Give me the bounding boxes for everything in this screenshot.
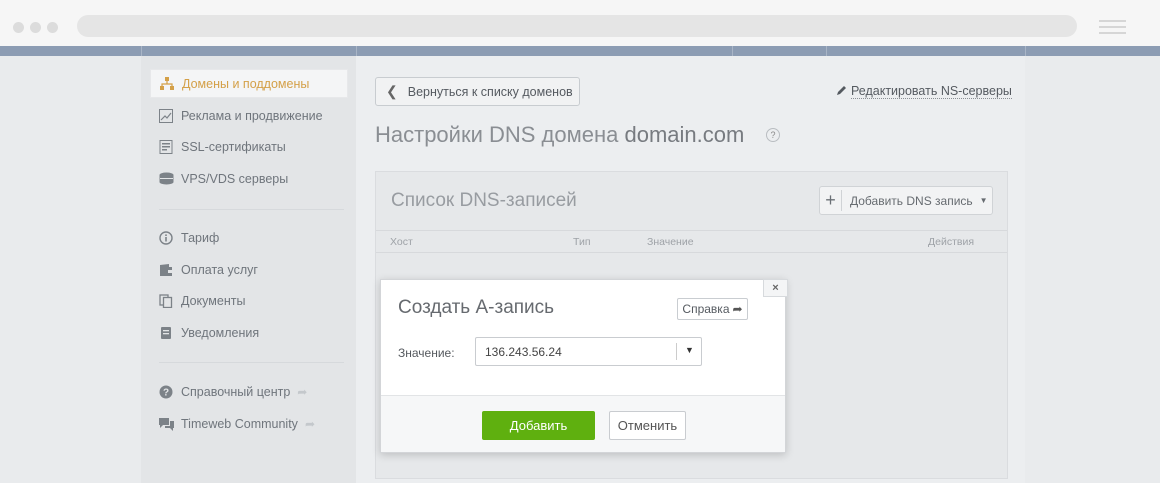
window-dot-icon [13,22,24,33]
sidebar-item-label: Timeweb Community [181,416,298,431]
table-divider [376,252,1007,253]
select-divider [676,343,677,360]
add-dns-label: Добавить DNS запись [850,193,973,208]
help-button-label: Справка [682,302,730,316]
certificate-icon [158,139,174,155]
browser-chrome [0,0,1160,46]
sidebar-item-community[interactable]: Timeweb Community ➦ [150,409,348,438]
documents-icon [158,293,174,309]
info-icon [158,230,174,246]
server-icon [158,171,174,187]
back-to-domains-button[interactable]: ❮ Вернуться к списку доменов [375,77,580,106]
page-title-text: Настройки DNS домена [375,122,619,147]
external-arrow-icon: ➦ [304,416,315,431]
dialog-title: Создать А-запись [398,297,555,318]
value-select[interactable]: 136.243.56.24 ▼ [475,337,702,366]
chevron-left-icon: ❮ [386,83,398,99]
sidebar-item-notifications[interactable]: Уведомления [150,318,348,347]
window-dot-icon [30,22,41,33]
edit-ns-link[interactable]: Редактировать NS-серверы [836,84,1012,99]
table-divider [376,230,1007,231]
question-icon[interactable]: ? [766,128,780,142]
column-header-actions: Действия [928,236,975,248]
caret-down-icon[interactable]: ▼ [685,345,694,355]
page-title: Настройки DNS домена domain.com [375,122,744,148]
sidebar-divider [159,362,344,363]
chat-icon [158,416,174,432]
value-select-text: 136.243.56.24 [485,345,562,359]
add-dns-record-button[interactable]: + Добавить DNS запись ▼ [819,186,993,215]
sidebar-item-tariff[interactable]: Тариф [150,223,348,252]
sidebar-divider [159,209,344,210]
sidebar-item-label: Оплата услуг [181,262,258,277]
sidebar-item-promotion[interactable]: Реклама и продвижение [150,101,348,130]
add-button[interactable]: Добавить [482,411,595,440]
sidebar-item-label: Уведомления [181,325,260,340]
close-icon[interactable]: × [763,279,788,297]
pencil-icon [836,85,847,99]
page-title-domain: domain.com [624,122,745,147]
cancel-button[interactable]: Отменить [609,411,686,440]
dialog-footer: Добавить Отменить [381,395,785,452]
back-button-label: Вернуться к списку доменов [407,84,573,99]
dns-list-title: Список DNS-записей [391,190,577,211]
sidebar: Домены и поддомены Реклама и продвижение… [141,56,356,483]
create-a-record-dialog: Создать А-запись Справка ➦ × Значение: 1… [380,279,788,453]
window-dot-icon [47,22,58,33]
notification-icon [158,325,174,341]
help-button[interactable]: Справка ➦ [677,298,748,320]
column-header-type: Тип [573,236,591,248]
sidebar-item-ssl[interactable]: SSL-сертификаты [150,132,348,161]
site-header-bar [0,46,1160,56]
column-header-host: Хост [390,236,413,248]
sidebar-item-label: Реклама и продвижение [181,108,323,123]
edit-ns-label: Редактировать NS-серверы [851,84,1012,99]
sidebar-item-label: Справочный центр [181,384,291,399]
external-arrow-icon: ➦ [297,384,308,399]
address-bar[interactable] [77,15,1077,37]
column-header-value: Значение [647,236,694,248]
arrow-right-icon: ➦ [732,302,743,316]
sidebar-item-label: Домены и поддомены [182,76,310,91]
sidebar-item-documents[interactable]: Документы [150,286,348,315]
sidebar-item-vps[interactable]: VPS/VDS серверы [150,164,348,193]
value-field-label: Значение: [398,346,455,360]
sidebar-item-label: VPS/VDS серверы [181,171,289,186]
svg-text:?: ? [163,387,169,398]
plus-icon: + [820,190,842,211]
sidebar-item-label: SSL-сертификаты [181,139,286,154]
wallet-icon [158,262,174,278]
sidebar-item-domains[interactable]: Домены и поддомены [150,69,348,98]
sidebar-item-label: Документы [181,293,246,308]
sidebar-item-help-center[interactable]: ? Справочный центр ➦ [150,377,348,406]
chart-icon [158,108,174,124]
sitemap-icon [159,76,175,92]
sidebar-item-label: Тариф [181,230,220,245]
caret-down-icon: ▼ [979,196,988,205]
sidebar-item-payment[interactable]: Оплата услуг [150,255,348,284]
help-icon: ? [158,384,174,400]
